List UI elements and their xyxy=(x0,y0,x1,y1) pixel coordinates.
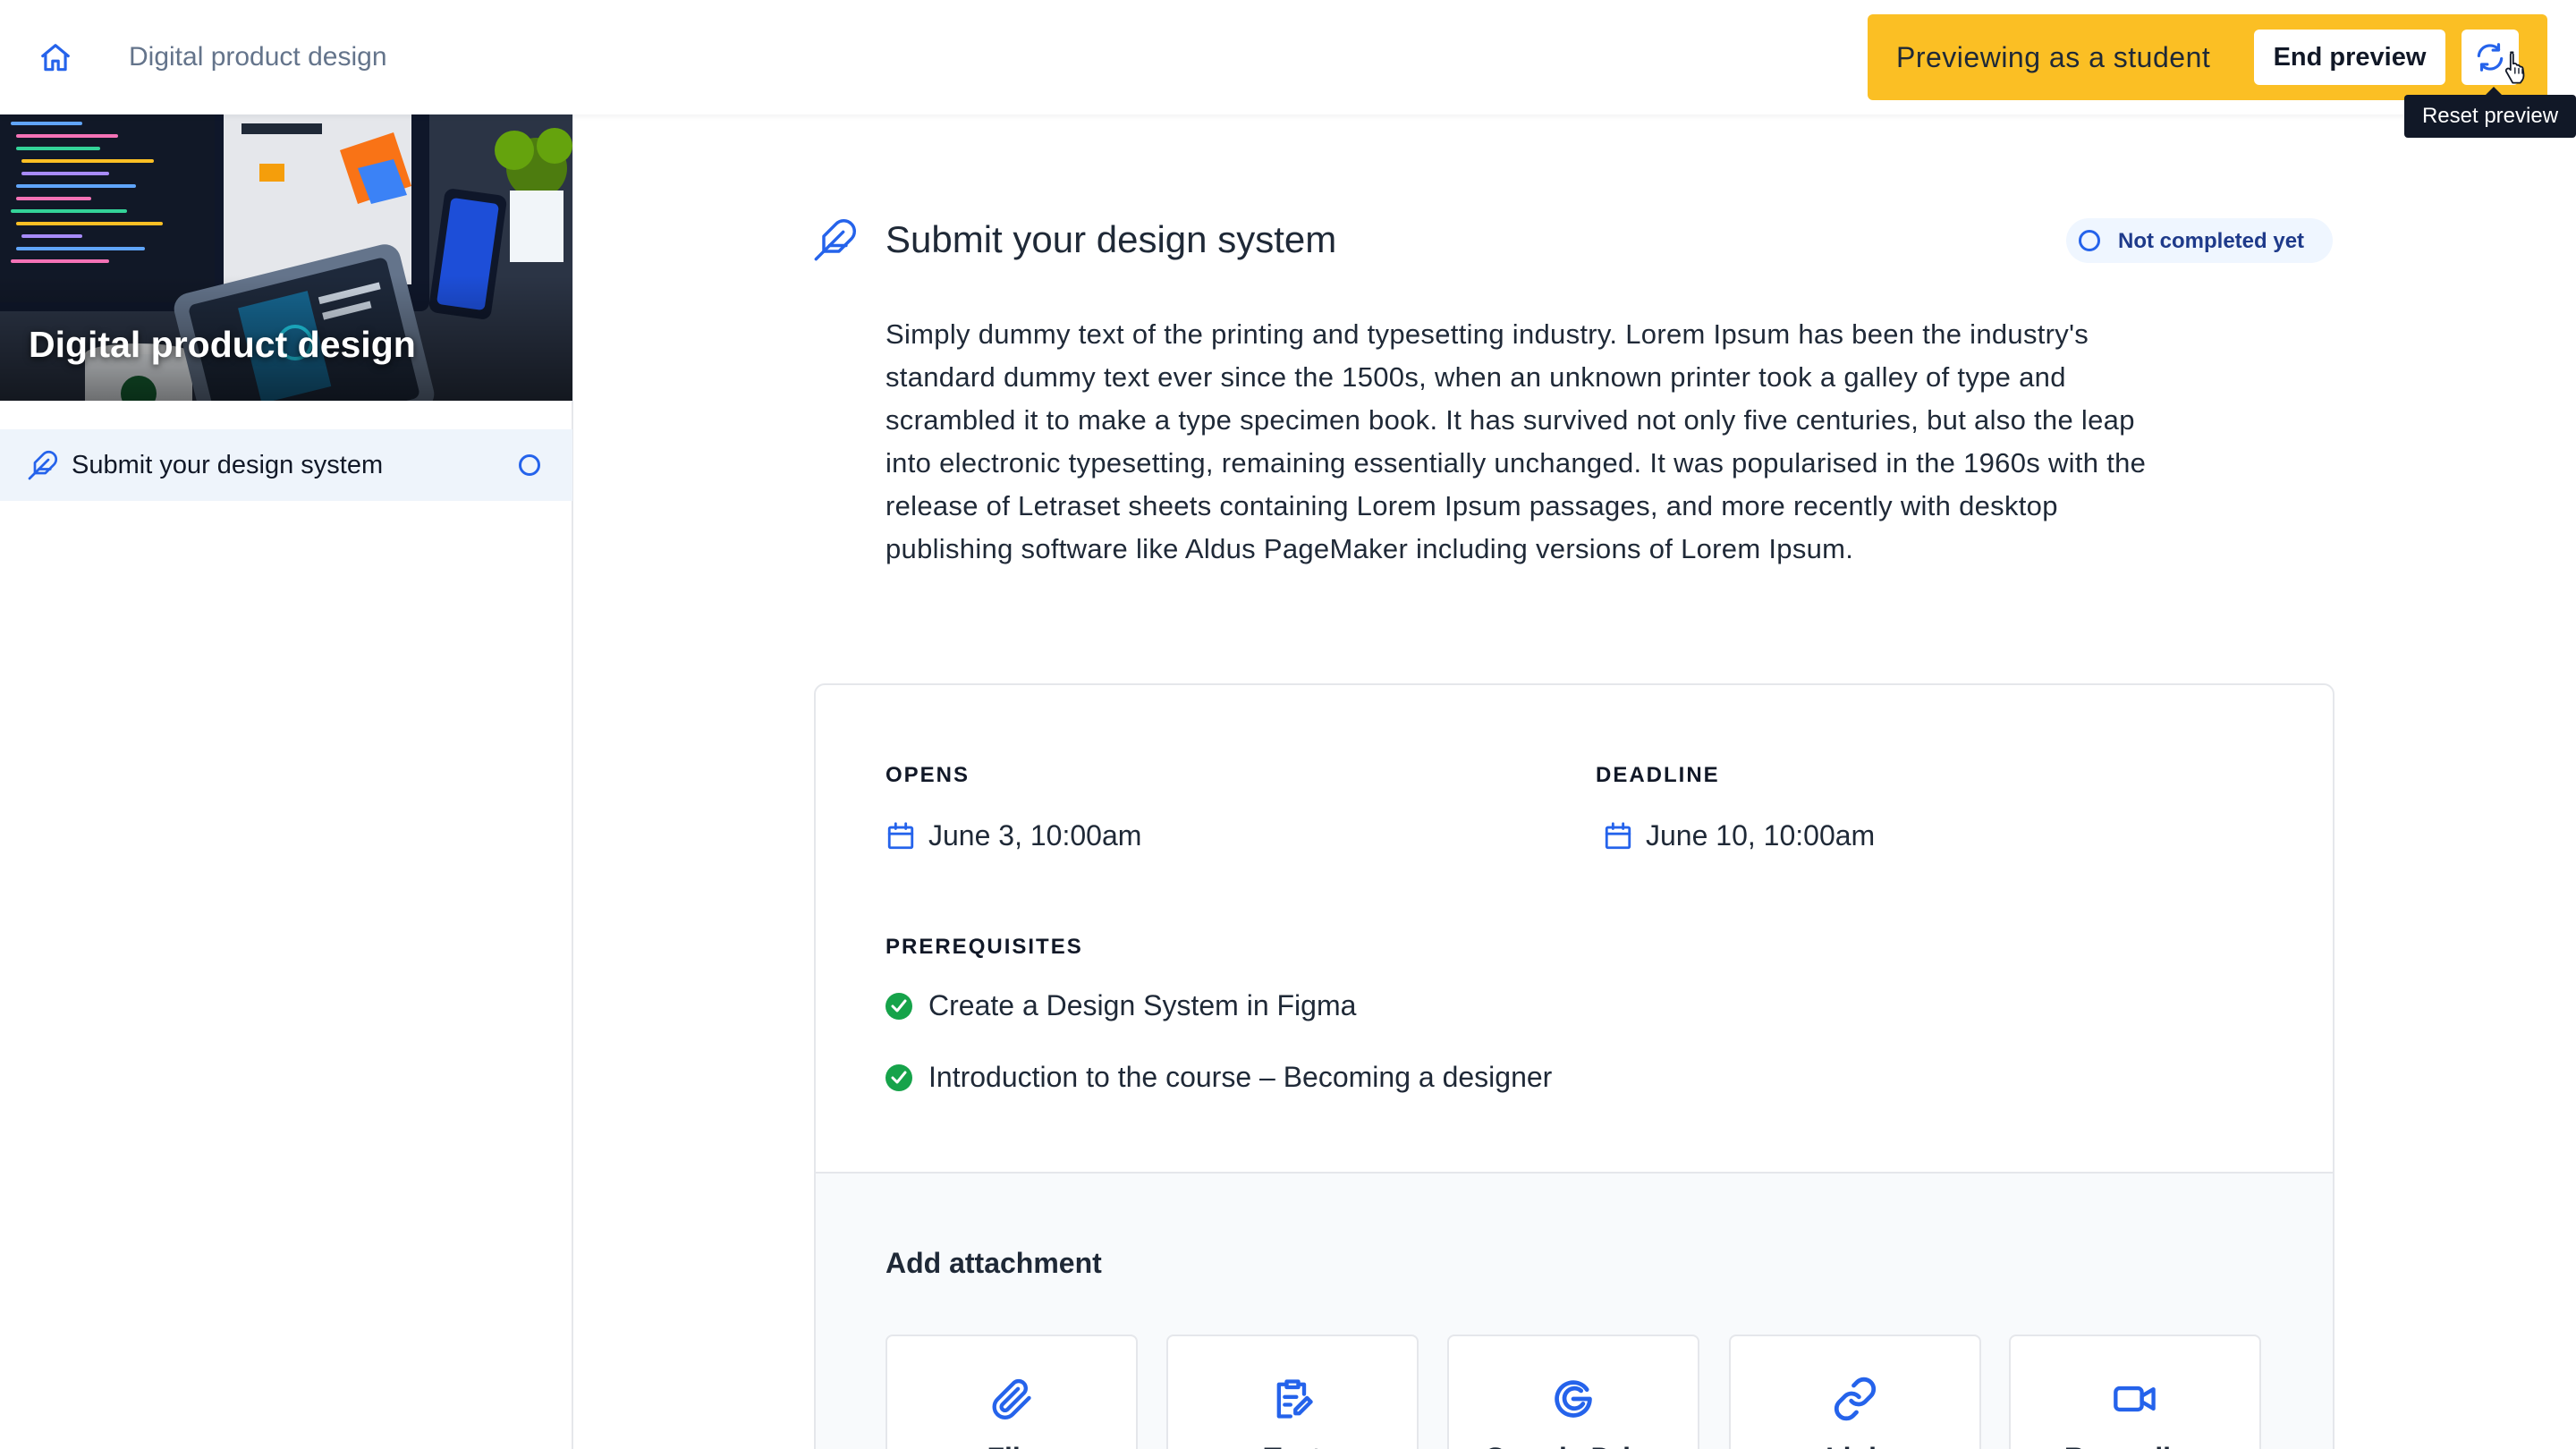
preview-banner: Previewing as a student End preview xyxy=(1868,14,2547,100)
status-badge: Not completed yet xyxy=(2066,218,2333,263)
deadline-date-value: June 10, 10:00am xyxy=(1646,819,1876,852)
not-completed-status-icon xyxy=(519,454,540,476)
check-circle-icon xyxy=(886,993,912,1020)
not-completed-status-icon xyxy=(2079,230,2100,251)
paperclip-icon xyxy=(992,1378,1031,1419)
edit-document-icon xyxy=(1276,1379,1313,1419)
sidebar: Digital product design Submit your desig… xyxy=(0,114,573,1449)
opens-date-value: June 3, 10:00am xyxy=(928,819,1142,852)
end-preview-button[interactable]: End preview xyxy=(2254,30,2445,85)
link-icon xyxy=(1834,1377,1877,1421)
opens-date: June 3, 10:00am xyxy=(886,818,1333,853)
top-bar: Digital product design Previewing as a s… xyxy=(0,0,2576,114)
page-title: Submit your design system xyxy=(886,218,1337,260)
attach-option-label: Link xyxy=(1731,1440,1979,1449)
task-details-card: OPENS June 3, 10:00am DEADLINE June 10, … xyxy=(814,683,2334,1449)
deadline-date: June 10, 10:00am xyxy=(1603,818,2050,853)
reset-preview-tooltip: Reset preview xyxy=(2404,87,2576,138)
check-circle-icon xyxy=(886,1064,912,1091)
video-camera-icon xyxy=(2114,1385,2156,1412)
feather-icon xyxy=(814,219,856,261)
sidebar-item-submit-design-system[interactable]: Submit your design system xyxy=(0,429,572,501)
pointer-cursor-icon xyxy=(2503,50,2529,89)
breadcrumb-course[interactable]: Digital product design xyxy=(129,41,387,73)
prerequisite-label: Create a Design System in Figma xyxy=(928,989,1357,1021)
feather-icon xyxy=(28,450,58,480)
home-icon[interactable] xyxy=(38,41,73,75)
attach-option-label: Recording xyxy=(2011,1440,2259,1449)
attach-recording-button[interactable]: Recording xyxy=(2009,1335,2261,1449)
attach-option-label: File xyxy=(887,1440,1136,1449)
prerequisite-item[interactable]: Create a Design System in Figma xyxy=(886,987,1690,1023)
calendar-icon xyxy=(887,822,914,850)
prerequisites-label: PREREQUISITES xyxy=(886,935,1083,959)
course-cover-image: Digital product design xyxy=(0,114,572,401)
google-icon xyxy=(1555,1380,1592,1418)
attachment-section-title: Add attachment xyxy=(886,1247,1102,1279)
attach-option-label: Google Drive xyxy=(1449,1440,1698,1449)
status-badge-label: Not completed yet xyxy=(2118,229,2305,253)
attach-text-button[interactable]: Text xyxy=(1166,1335,1419,1449)
opens-label: OPENS xyxy=(886,763,970,787)
calendar-icon xyxy=(1605,822,1631,850)
attach-option-label: Text xyxy=(1168,1440,1417,1449)
attachment-section: Add attachment File Text Google Drive xyxy=(816,1172,2333,1449)
prerequisite-label: Introduction to the course – Becoming a … xyxy=(928,1061,1553,1093)
deadline-label: DEADLINE xyxy=(1596,763,1720,787)
prerequisite-item[interactable]: Introduction to the course – Becoming a … xyxy=(886,1059,1690,1095)
attach-file-button[interactable]: File xyxy=(886,1335,1138,1449)
task-description: Simply dummy text of the printing and ty… xyxy=(886,318,2147,564)
preview-status-text: Previewing as a student xyxy=(1896,41,2211,73)
attach-google-drive-button[interactable]: Google Drive xyxy=(1447,1335,1699,1449)
sidebar-item-label: Submit your design system xyxy=(72,451,384,479)
attach-link-button[interactable]: Link xyxy=(1729,1335,1981,1449)
course-title: Digital product design xyxy=(29,324,416,365)
